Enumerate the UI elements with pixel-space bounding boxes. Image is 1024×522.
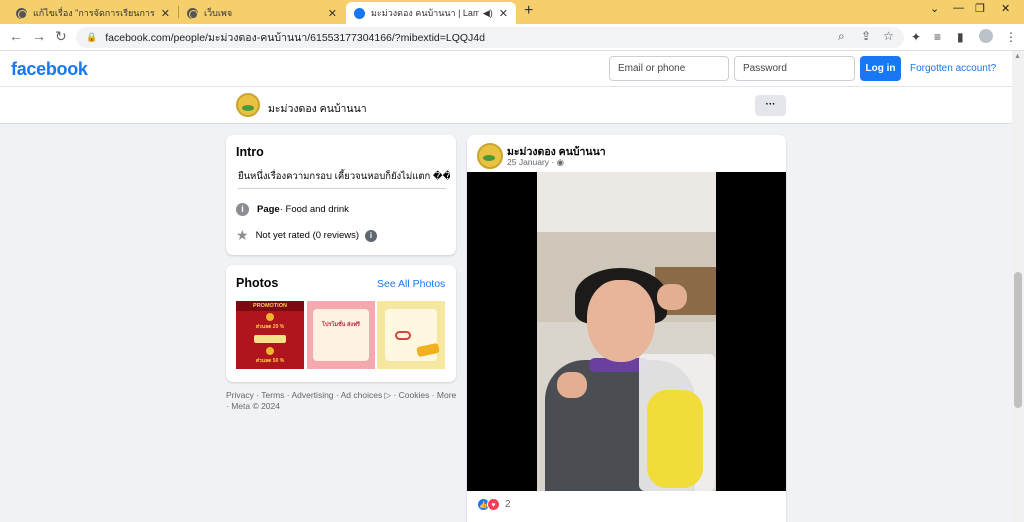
profile-avatar-icon[interactable]	[979, 29, 993, 43]
post-author-avatar[interactable]	[477, 143, 503, 169]
hand	[557, 372, 587, 398]
zoom-icon[interactable]: ⌕	[838, 29, 845, 44]
close-window-icon[interactable]: ✕	[1001, 2, 1010, 15]
close-icon[interactable]: ✕	[499, 7, 508, 20]
tab-title: มะม่วงดอง คนบ้านนา | Lampang	[371, 8, 479, 18]
category-row: i Page · Food and drink	[236, 203, 349, 216]
browser-tab-2[interactable]: เว็บเพจ ✕	[179, 2, 345, 24]
photos-card: Photos See All Photos PROMOTION ส่วนลด 2…	[226, 265, 456, 382]
new-tab-button[interactable]: +	[524, 2, 533, 20]
intro-card: Intro ยืนหนึ่งเรื่องความกรอบ เคี้ยวจนหอบ…	[226, 135, 456, 255]
more-options-button[interactable]: ···	[755, 95, 786, 116]
ceiling	[537, 172, 716, 232]
password-field[interactable]: Password	[734, 56, 855, 81]
discount-label: ส่วนลด 20 %	[255, 324, 285, 330]
url-text: facebook.com/people/มะม่วงดอง-คนบ้านนา/6…	[105, 32, 485, 44]
address-bar-row: ← → ↻ 🔒 facebook.com/people/มะม่วงดอง-คน…	[0, 24, 1024, 51]
email-field[interactable]: Email or phone	[609, 56, 729, 81]
promo-text: โปรโมชั่น ส่งฟรี	[322, 322, 360, 328]
rating-info-icon[interactable]: i	[365, 229, 378, 242]
reactions-summary[interactable]: 👍 ♥ 2	[477, 498, 511, 511]
intro-title: Intro	[236, 145, 264, 159]
page-avatar[interactable]	[236, 93, 260, 117]
discount-label: ส่วนลด 50 %	[255, 358, 285, 364]
star-icon: ★	[236, 227, 249, 243]
url-bar[interactable]: 🔒 facebook.com/people/มะม่วงดอง-คนบ้านนา…	[76, 27, 904, 48]
ring-graphic	[395, 331, 411, 340]
intro-divider	[238, 188, 446, 189]
page-scrollbar-thumb[interactable]	[1014, 272, 1022, 408]
post-timestamp[interactable]: 25 January · ◉	[507, 157, 564, 168]
category-label: Page	[257, 204, 280, 215]
forward-icon[interactable]: →	[32, 28, 46, 44]
page-title[interactable]: มะม่วงดอง คนบ้านนา	[268, 100, 367, 117]
post-video[interactable]	[467, 172, 786, 491]
login-button[interactable]: Log in	[860, 56, 901, 81]
extensions-icon[interactable]: ✦	[911, 30, 921, 44]
person-face	[587, 280, 655, 362]
category-value: · Food and drink	[279, 204, 349, 215]
love-reaction-icon: ♥	[487, 498, 500, 511]
close-icon[interactable]: ✕	[161, 7, 170, 20]
browser-menu-icon[interactable]: ⋮	[1005, 30, 1017, 44]
facebook-icon	[354, 7, 365, 19]
coin-icon	[266, 313, 274, 321]
share-icon[interactable]: ⇪	[861, 29, 871, 43]
footer-links[interactable]: Privacy · Terms · Advertising · Ad choic…	[226, 390, 458, 412]
rating-text: Not yet rated (0 reviews)	[255, 230, 360, 241]
see-all-photos-link[interactable]: See All Photos	[377, 278, 445, 290]
tab-search-icon[interactable]: ⌄	[930, 2, 939, 15]
promotion-banner: PROMOTION	[236, 301, 304, 311]
intro-bio: ยืนหนึ่งเรื่องความกรอบ เคี้ยวจนหอบก็ยังไ…	[238, 171, 450, 182]
post-card: มะม่วงดอง คนบ้านนา 25 January · ◉ 👍 ♥ 2	[467, 135, 786, 522]
photo-thumbnail-promotion[interactable]: PROMOTION ส่วนลด 20 % ส่วนลด 50 %	[236, 301, 304, 369]
lock-icon[interactable]: 🔒	[86, 32, 97, 43]
minimize-icon[interactable]: —	[953, 2, 964, 14]
code-tag	[254, 335, 286, 343]
close-icon[interactable]: ✕	[328, 7, 337, 20]
reaction-count: 2	[505, 499, 511, 510]
photos-title: Photos	[236, 276, 279, 290]
facebook-logo[interactable]: facebook	[11, 59, 88, 80]
browser-tab-1[interactable]: แก้ไขเรื่อง "การจัดการเรียนการสอน วิชา ✕	[8, 2, 178, 24]
bookmark-star-icon[interactable]: ☆	[883, 29, 894, 43]
scroll-up-icon[interactable]: ▲	[1014, 53, 1021, 60]
photo-thumbnail-free-shipping[interactable]: โปรโมชั่น ส่งฟรี	[307, 301, 375, 369]
reload-icon[interactable]: ↻	[55, 28, 67, 45]
hand	[657, 284, 687, 310]
browser-tab-bar: แก้ไขเรื่อง "การจัดการเรียนการสอน วิชา ✕…	[0, 0, 1024, 24]
back-icon[interactable]: ←	[9, 28, 23, 44]
info-icon: i	[236, 203, 249, 216]
video-frame	[537, 172, 716, 491]
side-panel-icon[interactable]: ▮	[957, 30, 964, 44]
photo-thumbnail-product[interactable]	[377, 301, 445, 369]
coin-icon	[266, 347, 274, 355]
browser-tab-active[interactable]: มะม่วงดอง คนบ้านนา | Lampang ◀) ✕	[346, 2, 516, 24]
globe-icon	[16, 7, 27, 19]
globe-icon	[187, 7, 198, 19]
tab-title: แก้ไขเรื่อง "การจัดการเรียนการสอน วิชา	[33, 8, 155, 18]
dried-mango	[647, 390, 703, 488]
rating-row: ★ Not yet rated (0 reviews) i	[236, 227, 378, 243]
speaker-icon[interactable]: ◀)	[483, 8, 493, 19]
promo-panel	[313, 309, 369, 361]
restore-icon[interactable]: ❐	[975, 2, 985, 15]
page-name-bar: มะม่วงดอง คนบ้านนา ···	[0, 87, 1012, 124]
tab-title: เว็บเพจ	[204, 8, 233, 18]
facebook-header: facebook Email or phone Password Log in …	[0, 51, 1012, 87]
forgotten-account-link[interactable]: Forgotten account?	[910, 63, 996, 74]
media-control-icon[interactable]: ≡	[934, 30, 941, 44]
